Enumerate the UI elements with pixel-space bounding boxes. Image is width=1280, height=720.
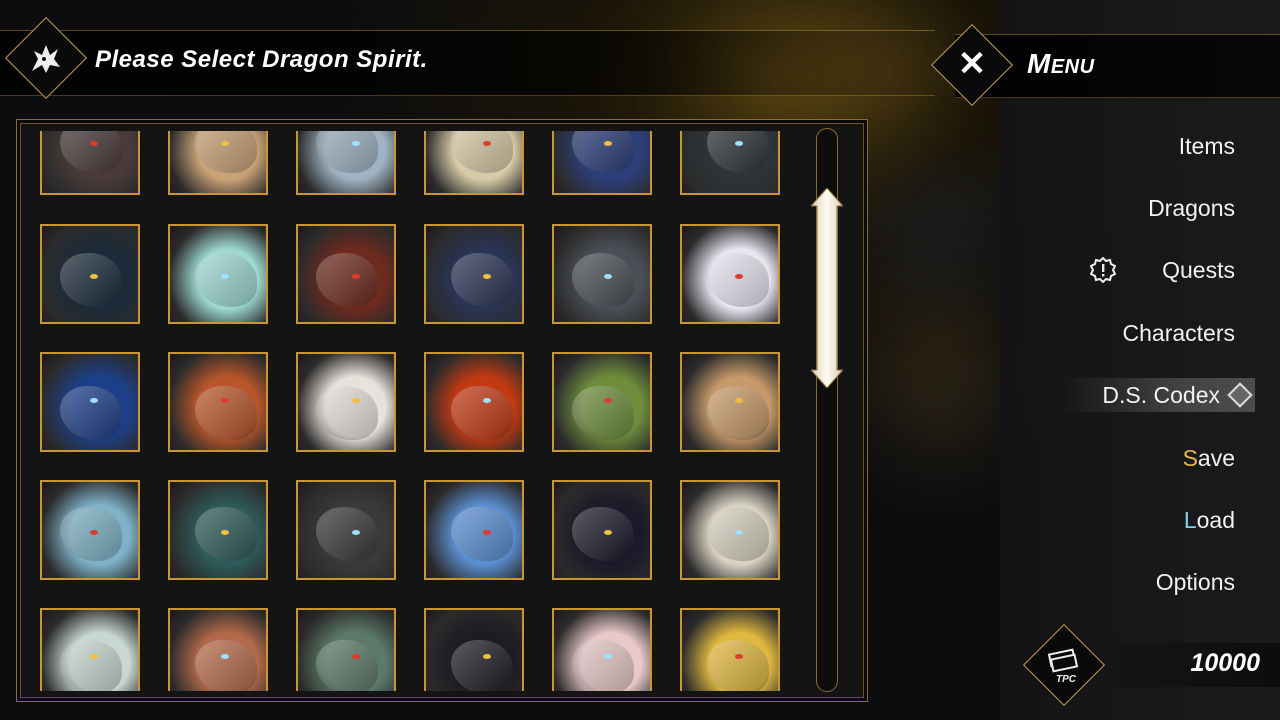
dragon-portrait bbox=[426, 482, 522, 578]
dragon-spirit-tile[interactable] bbox=[40, 352, 140, 452]
dragon-spirit-tile[interactable] bbox=[296, 480, 396, 580]
dragon-spirit-tile[interactable] bbox=[296, 352, 396, 452]
dragon-spirit-tile[interactable] bbox=[424, 131, 524, 195]
dragon-spirit-tile[interactable] bbox=[296, 608, 396, 691]
menu-item-items[interactable]: Items bbox=[1179, 133, 1235, 160]
dragon-portrait bbox=[426, 226, 522, 322]
dragon-portrait bbox=[298, 131, 394, 193]
dragon-portrait bbox=[554, 226, 650, 322]
scrollbar-thumb[interactable] bbox=[811, 188, 843, 388]
menu-item-load[interactable]: Load bbox=[1184, 507, 1235, 534]
menu-item-dragons[interactable]: Dragons bbox=[1148, 195, 1235, 222]
dragon-portrait bbox=[170, 610, 266, 691]
dragon-portrait bbox=[682, 226, 778, 322]
background-glow bbox=[870, 300, 1010, 460]
dragon-spirit-tile[interactable] bbox=[424, 480, 524, 580]
dragon-portrait bbox=[42, 131, 138, 193]
dragon-spirit-tile[interactable] bbox=[296, 224, 396, 324]
dragon-spirit-tile[interactable] bbox=[680, 224, 780, 324]
currency-value: 10000 bbox=[1190, 649, 1260, 677]
dragon-portrait bbox=[682, 610, 778, 691]
dragon-spirit-tile[interactable] bbox=[680, 608, 780, 691]
dragon-spirit-tile[interactable] bbox=[168, 608, 268, 691]
dragon-portrait bbox=[170, 131, 266, 193]
dragon-spirit-tile[interactable] bbox=[424, 224, 524, 324]
dragon-spirit-tile[interactable] bbox=[424, 352, 524, 452]
dragon-portrait bbox=[554, 610, 650, 691]
dragon-grid bbox=[18, 131, 803, 691]
dragon-portrait bbox=[682, 354, 778, 450]
menu-item-quests[interactable]: Quests bbox=[1162, 257, 1235, 284]
dragon-spirit-tile[interactable] bbox=[168, 480, 268, 580]
dragon-spirit-tile[interactable] bbox=[552, 224, 652, 324]
dragon-portrait bbox=[426, 354, 522, 450]
dragon-spirit-tile[interactable] bbox=[424, 608, 524, 691]
page-title: Please Select Dragon Spirit. bbox=[95, 46, 428, 73]
dragon-portrait bbox=[298, 610, 394, 691]
close-icon[interactable]: ✕ bbox=[952, 44, 992, 84]
menu-item-save[interactable]: Save bbox=[1183, 445, 1235, 472]
menu-panel bbox=[1000, 0, 1280, 720]
load-label-rest: oad bbox=[1196, 507, 1235, 533]
dragon-spirit-tile[interactable] bbox=[680, 480, 780, 580]
dragon-portrait bbox=[42, 354, 138, 450]
dragon-portrait bbox=[298, 226, 394, 322]
dragon-spirit-tile[interactable] bbox=[168, 352, 268, 452]
background-glow bbox=[870, 180, 1010, 280]
menu-title: Menu bbox=[1027, 48, 1095, 79]
dragon-spirit-tile[interactable] bbox=[40, 608, 140, 691]
alert-gear-icon bbox=[1090, 257, 1116, 283]
dragon-spirit-tile[interactable] bbox=[40, 480, 140, 580]
dragon-spirit-tile[interactable] bbox=[168, 131, 268, 195]
dragon-spirit-tile[interactable] bbox=[552, 131, 652, 195]
dragon-portrait bbox=[42, 226, 138, 322]
dragon-portrait bbox=[426, 610, 522, 691]
save-label-rest: ave bbox=[1197, 445, 1235, 471]
money-stack-icon: TPC bbox=[1047, 648, 1079, 685]
dragon-spirit-tile[interactable] bbox=[552, 352, 652, 452]
dragon-spirit-tile[interactable] bbox=[552, 480, 652, 580]
dragon-spirit-tile[interactable] bbox=[680, 131, 780, 195]
dragon-spirit-tile[interactable] bbox=[40, 131, 140, 195]
dragon-spirit-tile[interactable] bbox=[168, 224, 268, 324]
dragon-portrait bbox=[554, 482, 650, 578]
dragon-portrait bbox=[170, 482, 266, 578]
dragon-head-icon bbox=[32, 45, 60, 73]
currency-label: TPC bbox=[1056, 674, 1077, 685]
dragon-portrait bbox=[42, 482, 138, 578]
dragon-portrait bbox=[554, 131, 650, 193]
dragon-portrait bbox=[682, 482, 778, 578]
menu-item-characters[interactable]: Characters bbox=[1123, 320, 1235, 347]
dragon-spirit-tile[interactable] bbox=[296, 131, 396, 195]
dragon-portrait bbox=[298, 482, 394, 578]
load-accent-letter: L bbox=[1183, 507, 1197, 533]
save-accent-letter: S bbox=[1182, 445, 1198, 471]
dragon-spirit-tile[interactable] bbox=[552, 608, 652, 691]
dragon-portrait bbox=[554, 354, 650, 450]
dragon-portrait bbox=[426, 131, 522, 193]
menu-item-ds-codex[interactable]: D.S. Codex bbox=[1102, 382, 1220, 409]
dragon-spirit-tile[interactable] bbox=[680, 352, 780, 452]
dragon-portrait bbox=[170, 354, 266, 450]
dragon-portrait bbox=[170, 226, 266, 322]
dragon-portrait bbox=[682, 131, 778, 193]
menu-item-options[interactable]: Options bbox=[1156, 569, 1235, 596]
dragon-spirit-tile[interactable] bbox=[40, 224, 140, 324]
dragon-portrait bbox=[298, 354, 394, 450]
dragon-portrait bbox=[42, 610, 138, 691]
